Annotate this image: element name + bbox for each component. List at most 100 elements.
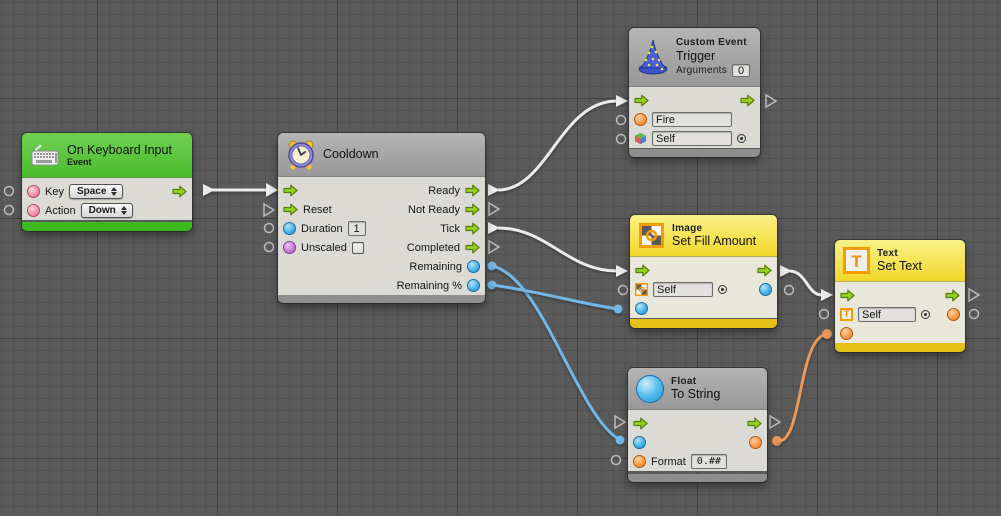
- node-text-set-text[interactable]: T Text Set Text T: [835, 240, 965, 352]
- node-title: Trigger: [676, 49, 750, 63]
- node-header[interactable]: Float To String: [628, 368, 767, 410]
- flow-out-port[interactable]: [740, 94, 755, 107]
- graph-canvas[interactable]: On Keyboard Input Event Key Space Action…: [0, 0, 1001, 516]
- format-port[interactable]: [633, 455, 646, 468]
- flow-in-port[interactable]: [634, 94, 649, 107]
- node-header[interactable]: Custom Event Trigger Arguments: [629, 28, 760, 87]
- indicator-unscaled-unconnected: [265, 243, 274, 252]
- node-footer: [629, 149, 760, 157]
- key-dropdown[interactable]: Space: [69, 184, 123, 199]
- remaining-port[interactable]: [467, 260, 480, 273]
- completed-label: Completed: [407, 242, 460, 254]
- node-type-label: Text: [877, 248, 922, 260]
- flow-out-port[interactable]: [945, 289, 960, 302]
- text-value-port[interactable]: [840, 327, 853, 340]
- wire-tick-to-image[interactable]: [488, 222, 628, 277]
- text-component-icon: T: [843, 247, 870, 274]
- flow-in-port[interactable]: [283, 184, 298, 197]
- completed-port[interactable]: [465, 241, 480, 254]
- not-ready-port[interactable]: [465, 203, 480, 216]
- unscaled-checkbox[interactable]: [352, 242, 364, 254]
- flow-in-port[interactable]: [840, 289, 855, 302]
- text-port-icon[interactable]: T: [840, 308, 853, 321]
- node-on-keyboard-input[interactable]: On Keyboard Input Event Key Space Action…: [22, 133, 192, 231]
- node-body: Format: [628, 410, 767, 471]
- indicator-text-self-unconnected: [820, 310, 829, 319]
- row-flow: [629, 91, 760, 110]
- node-float-to-string[interactable]: Float To String Format: [628, 368, 767, 482]
- node-image-set-fill-amount[interactable]: Image Set Fill Amount: [630, 215, 777, 328]
- flow-out-port[interactable]: [747, 417, 762, 430]
- result-out-port[interactable]: [947, 308, 960, 321]
- node-body: T: [835, 282, 965, 343]
- wire-float-to-text[interactable]: [772, 329, 832, 446]
- action-dropdown[interactable]: Down: [81, 203, 133, 218]
- node-title: To String: [671, 387, 720, 401]
- node-footer: [630, 319, 777, 328]
- target-field[interactable]: [653, 282, 713, 297]
- ready-port[interactable]: [465, 184, 480, 197]
- remaining-pct-port[interactable]: [467, 279, 480, 292]
- row-event-name: [629, 110, 760, 129]
- wire-image-to-text[interactable]: [780, 265, 833, 301]
- row-unscaled-completed: Unscaled Completed: [278, 238, 485, 257]
- flow-out-port[interactable]: [172, 185, 187, 198]
- row-flow: [630, 261, 777, 280]
- node-header[interactable]: Cooldown: [278, 133, 485, 177]
- row-flow: [628, 414, 767, 433]
- target-field[interactable]: [652, 131, 732, 146]
- node-header[interactable]: Image Set Fill Amount: [630, 215, 777, 257]
- node-title: On Keyboard Input: [67, 143, 172, 157]
- svg-text:T: T: [851, 252, 862, 271]
- node-body: [630, 257, 777, 318]
- event-name-field[interactable]: [652, 112, 732, 127]
- unscaled-port[interactable]: [283, 241, 296, 254]
- node-header[interactable]: On Keyboard Input Event: [22, 133, 192, 178]
- flow-out-port[interactable]: [757, 264, 772, 277]
- duration-field[interactable]: [348, 221, 366, 236]
- object-picker-icon[interactable]: [718, 285, 727, 294]
- value-in-port[interactable]: [633, 436, 646, 449]
- ready-label: Ready: [428, 185, 460, 197]
- row-text-value: [835, 324, 965, 343]
- result-out-port[interactable]: [749, 436, 762, 449]
- flow-in-port[interactable]: [635, 264, 650, 277]
- wire-keyboard-to-cooldown[interactable]: [203, 183, 278, 197]
- row-format: Format: [628, 452, 767, 471]
- node-header[interactable]: T Text Set Text: [835, 240, 965, 282]
- duration-port[interactable]: [283, 222, 296, 235]
- unscaled-label: Unscaled: [301, 242, 347, 254]
- arguments-field[interactable]: [732, 64, 750, 77]
- node-footer: [628, 474, 767, 482]
- flow-in-port[interactable]: [633, 417, 648, 430]
- row-remaining: Remaining: [278, 257, 485, 276]
- reset-port[interactable]: [283, 203, 298, 216]
- row-target: [629, 129, 760, 148]
- indicator-reset-unconnected: [264, 204, 274, 216]
- target-field[interactable]: [858, 307, 916, 322]
- gameobject-cube-icon[interactable]: [634, 132, 647, 145]
- wire-remaining-pct-to-image[interactable]: [488, 281, 623, 314]
- object-picker-icon[interactable]: [921, 310, 930, 319]
- node-cooldown[interactable]: Cooldown Ready Reset Not Ready Duration: [278, 133, 485, 303]
- alarm-clock-icon: [286, 139, 316, 171]
- image-component-icon: [638, 222, 665, 249]
- result-out-port[interactable]: [759, 283, 772, 296]
- image-port-icon[interactable]: [635, 283, 648, 296]
- indicator-action-unconnected: [5, 206, 14, 215]
- row-reset-notready: Reset Not Ready: [278, 200, 485, 219]
- indicator-float-flowout-unconnected: [770, 416, 780, 428]
- event-name-port[interactable]: [634, 113, 647, 126]
- node-custom-event-trigger[interactable]: Custom Event Trigger Arguments: [629, 28, 760, 157]
- node-title: Set Fill Amount: [672, 234, 756, 248]
- indicator-trigger-flowout-unconnected: [766, 95, 776, 107]
- fill-amount-port[interactable]: [635, 302, 648, 315]
- wire-ready-to-trigger[interactable]: [488, 95, 628, 196]
- node-title: Set Text: [877, 259, 922, 273]
- key-port[interactable]: [27, 185, 40, 198]
- action-port[interactable]: [27, 204, 40, 217]
- object-picker-icon[interactable]: [737, 134, 746, 143]
- tick-port[interactable]: [465, 222, 480, 235]
- format-field[interactable]: [691, 454, 727, 469]
- row-target: T: [835, 305, 965, 324]
